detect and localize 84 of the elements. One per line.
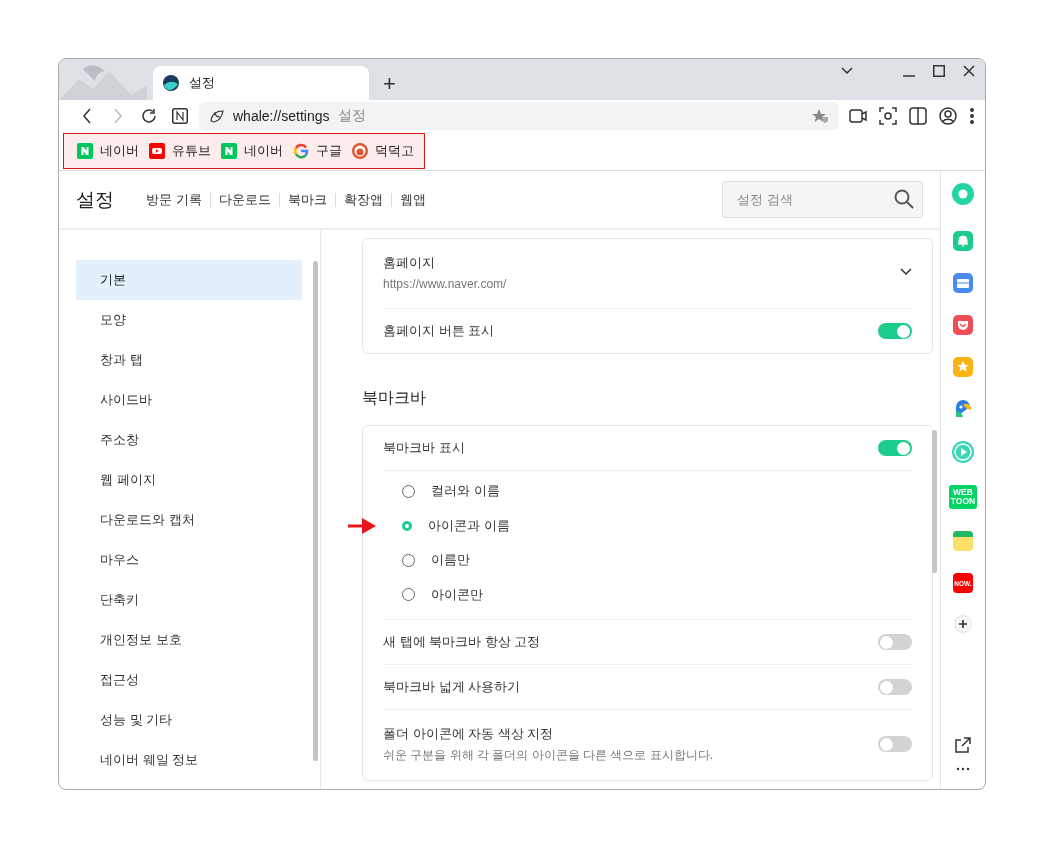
browser-tab[interactable]: 설정 xyxy=(153,66,369,100)
page-title-text: 설정 xyxy=(337,106,366,125)
bookmark-item[interactable]: 네이버 xyxy=(77,142,139,160)
setting-label: 폴더 아이콘에 자동 색상 지정 xyxy=(383,724,555,743)
naver-icon xyxy=(221,143,237,159)
youtube-icon xyxy=(149,143,165,159)
briefcase-app-icon[interactable] xyxy=(953,273,973,293)
toggle-switch[interactable] xyxy=(878,736,912,752)
close-icon[interactable] xyxy=(963,65,975,77)
star-shield-icon[interactable] xyxy=(811,107,829,124)
nav-item[interactable]: 마우스 xyxy=(76,540,302,580)
nav-item[interactable]: 접근성 xyxy=(76,660,302,700)
radio-option[interactable]: 아이콘과 이름 xyxy=(402,508,912,543)
nav-item[interactable]: 단축키 xyxy=(76,580,302,620)
pocket-app-icon[interactable] xyxy=(953,315,973,335)
google-icon xyxy=(293,143,309,159)
setting-label: 홈페이지 xyxy=(383,253,436,272)
radio-option[interactable]: 아이콘만 xyxy=(402,577,912,612)
whale-outline-icon xyxy=(209,107,225,124)
scrollbar-thumb[interactable] xyxy=(313,261,318,761)
nav-item[interactable]: 기본 xyxy=(76,260,302,300)
whale-logo-icon xyxy=(163,75,179,91)
video-camera-icon[interactable] xyxy=(849,107,867,124)
profile-icon[interactable] xyxy=(939,106,957,125)
radio-option[interactable]: 컬러와 이름 xyxy=(402,474,912,509)
radio-button[interactable] xyxy=(402,520,412,531)
chevron-down-icon[interactable] xyxy=(900,268,912,276)
back-icon[interactable] xyxy=(81,107,92,124)
nav-item[interactable]: 창과 탭 xyxy=(76,340,302,380)
toggle-switch[interactable] xyxy=(878,323,912,339)
star-app-icon[interactable] xyxy=(953,357,973,377)
header-link[interactable]: 방문 기록 xyxy=(134,192,210,207)
nav-item[interactable]: 성능 및 기타 xyxy=(76,700,302,740)
nav-item[interactable]: 개인정보 보호 xyxy=(76,620,302,660)
maximize-icon[interactable] xyxy=(933,65,945,77)
toggle-switch[interactable] xyxy=(878,440,912,456)
url-text: whale://settings xyxy=(233,107,330,124)
parrot-app-icon[interactable] xyxy=(953,399,973,419)
new-tab-button[interactable]: + xyxy=(379,72,400,96)
nav-item[interactable]: 주소창 xyxy=(76,420,302,460)
nav-item[interactable]: 다운로드와 캡처 xyxy=(76,500,302,540)
reload-icon[interactable] xyxy=(140,107,157,124)
chevron-down-icon[interactable] xyxy=(841,67,853,75)
setting-label: 북마크바 넓게 사용하기 xyxy=(383,678,522,696)
section-title: 북마크바 xyxy=(362,388,427,408)
naver-icon xyxy=(77,143,93,159)
nav-item[interactable]: 사이드바 xyxy=(76,380,302,420)
naver-button-icon[interactable] xyxy=(171,107,188,124)
setting-label: 새 탭에 북마크바 항상 고정 xyxy=(383,633,542,651)
radio-label: 아이콘만 xyxy=(431,585,483,604)
setting-description: 쉬운 구분을 위해 각 폴더의 아이콘을 다른 색으로 표시합니다. xyxy=(383,746,714,764)
address-bar[interactable]: whale://settings 설정 xyxy=(199,101,839,130)
split-view-icon[interactable] xyxy=(909,106,927,125)
nav-item[interactable]: 웹 페이지 xyxy=(76,460,302,500)
radio-option[interactable]: 이름만 xyxy=(402,543,912,578)
setting-value: https://www.naver.com/ xyxy=(383,276,508,291)
bookmark-item[interactable]: 유튜브 xyxy=(149,142,211,160)
header-link[interactable]: 확장앱 xyxy=(334,192,391,207)
open-external-icon[interactable] xyxy=(955,737,971,753)
capture-icon[interactable] xyxy=(879,106,897,125)
header-link[interactable]: 북마크 xyxy=(278,192,335,207)
bookmark-item[interactable]: 구글 xyxy=(293,142,342,160)
bookmark-item[interactable]: 네이버 xyxy=(221,142,283,160)
duck-icon xyxy=(352,143,368,159)
setting-label: 홈페이지 버튼 표시 xyxy=(383,322,496,340)
scrollbar-thumb[interactable] xyxy=(932,430,937,573)
setting-label: 북마크바 표시 xyxy=(383,439,466,457)
toggle-switch[interactable] xyxy=(878,634,912,650)
add-icon[interactable] xyxy=(954,615,972,633)
header-link[interactable]: 웹앱 xyxy=(390,192,434,207)
tab-title: 설정 xyxy=(189,74,215,92)
toggle-switch[interactable] xyxy=(878,679,912,695)
search-field[interactable]: 설정 검색 xyxy=(722,181,923,218)
radio-label: 컬러와 이름 xyxy=(431,482,500,501)
nav-item[interactable]: 네이버 웨일 정보 xyxy=(76,740,302,780)
header-link[interactable]: 다운로드 xyxy=(209,192,279,207)
bookmark-item[interactable]: 덕덕고 xyxy=(352,142,414,160)
radio-label: 아이콘과 이름 xyxy=(428,516,510,535)
more-menu-icon[interactable] xyxy=(969,106,975,125)
settings-title: 설정 xyxy=(76,187,114,212)
more-icon[interactable] xyxy=(956,767,970,771)
radio-label: 이름만 xyxy=(431,551,470,570)
search-icon xyxy=(894,189,914,209)
nav-item[interactable]: 모양 xyxy=(76,300,302,340)
